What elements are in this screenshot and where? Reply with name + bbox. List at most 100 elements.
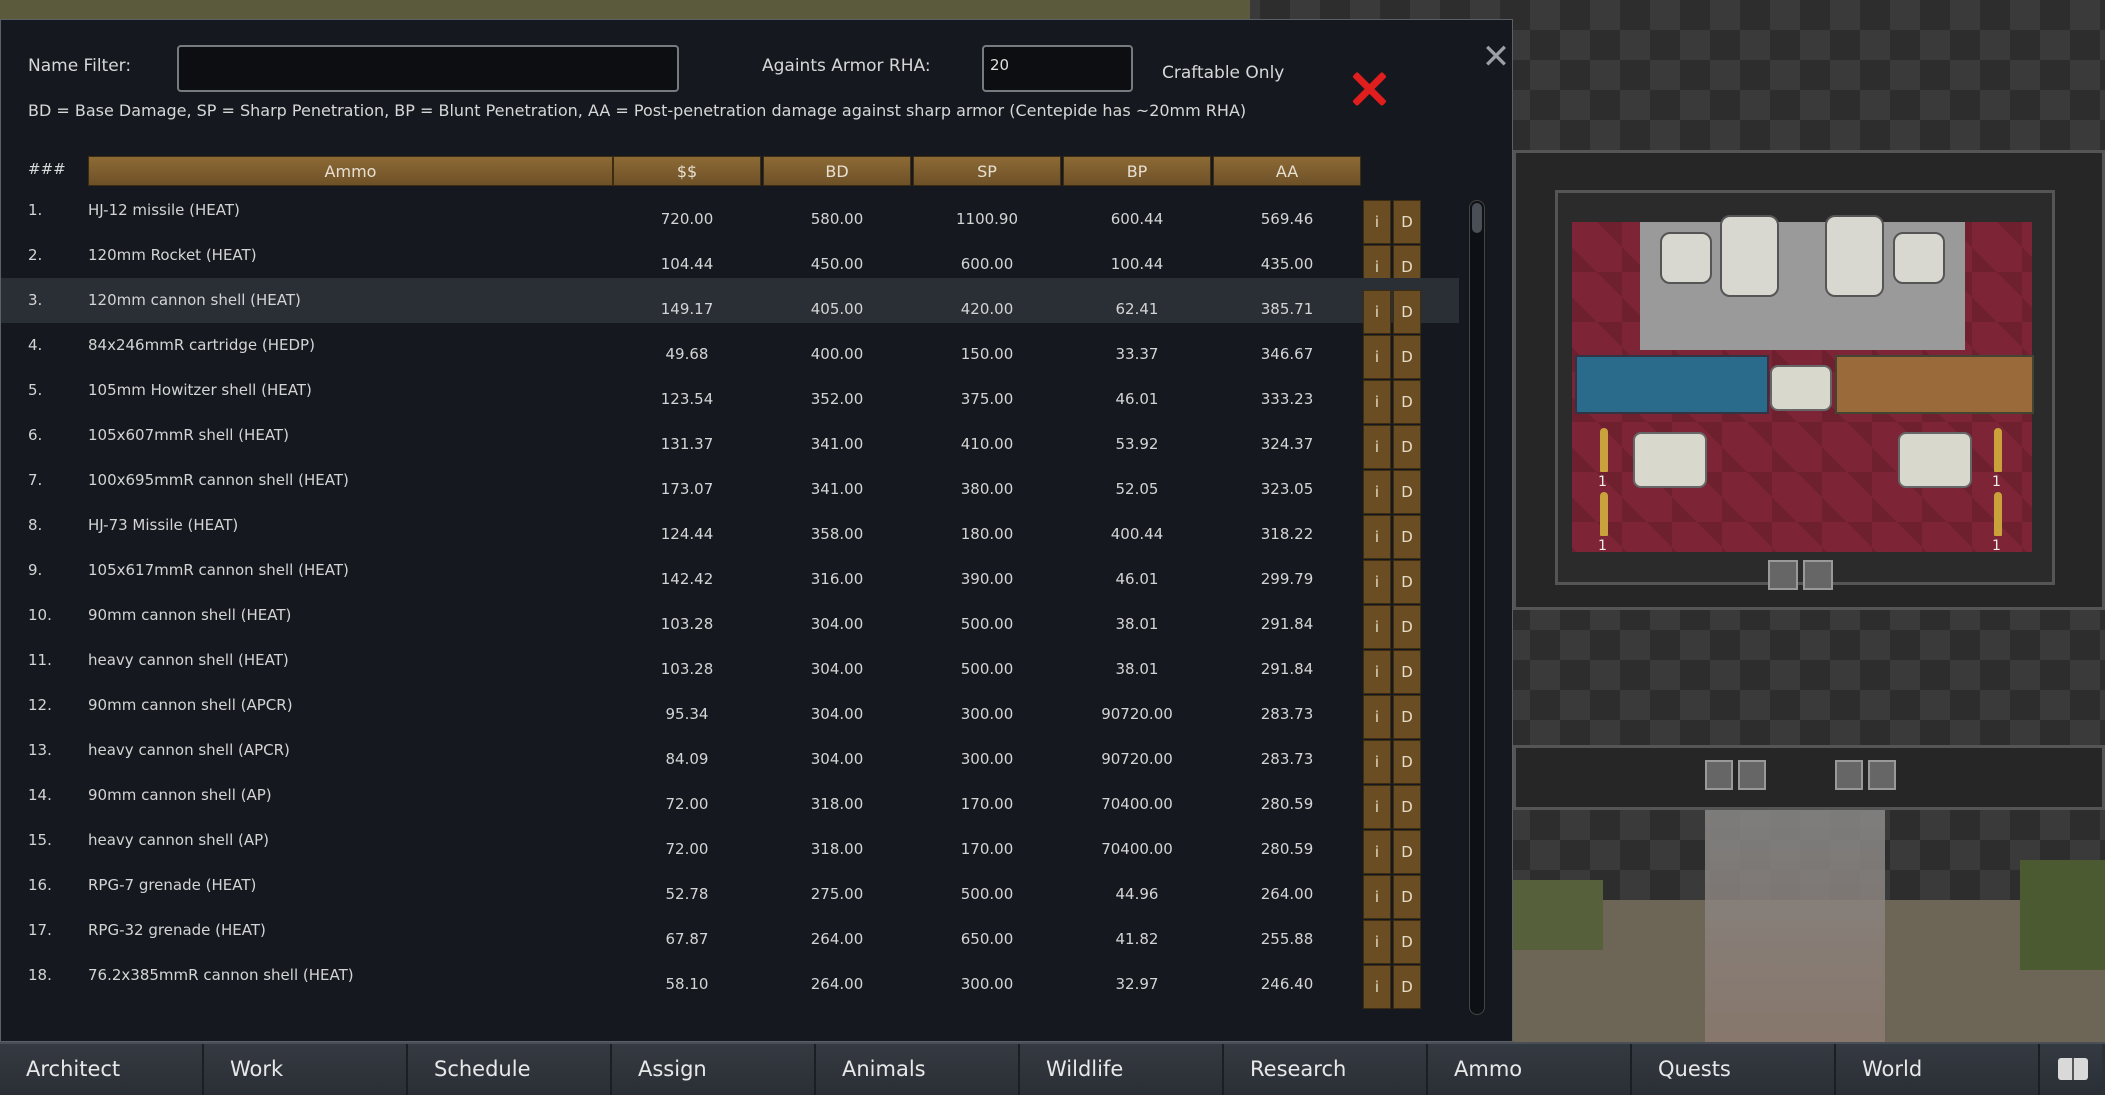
cell-aa: 291.84 xyxy=(1260,660,1314,678)
door xyxy=(1705,760,1733,790)
row-index: 14. xyxy=(28,786,52,804)
table-row[interactable]: 13. heavy cannon shell (APCR) 84.09 304.00 3… xyxy=(1,728,1459,784)
cell-ammo-name: 120mm cannon shell (HEAT) xyxy=(88,291,301,309)
close-icon[interactable]: ✕ xyxy=(1481,40,1511,74)
column-header-sp[interactable]: SP xyxy=(913,156,1061,186)
cell-bd: 352.00 xyxy=(810,390,864,408)
tab-ammo[interactable]: Ammo xyxy=(1428,1044,1632,1095)
table-row[interactable]: 3. 120mm cannon shell (HEAT) 149.17 405.00 4… xyxy=(1,278,1459,334)
cell-bp: 52.05 xyxy=(1115,480,1159,498)
table-row[interactable]: 12. 90mm cannon shell (APCR) 95.34 304.00 30… xyxy=(1,683,1459,739)
column-header-bp[interactable]: BP xyxy=(1063,156,1211,186)
column-header-ammo[interactable]: Ammo xyxy=(88,156,613,186)
cell-bp: 100.44 xyxy=(1110,255,1164,273)
cell-aa: 299.79 xyxy=(1260,570,1314,588)
tab-architect[interactable]: Architect xyxy=(0,1044,204,1095)
cell-aa: 435.00 xyxy=(1260,255,1314,273)
cell-aa: 333.23 xyxy=(1260,390,1314,408)
cell-sp: 500.00 xyxy=(960,885,1014,903)
tab-world[interactable]: World xyxy=(1836,1044,2040,1095)
cell-aa: 569.46 xyxy=(1260,210,1314,228)
ammo-shell-icon xyxy=(1994,492,2002,536)
row-index: 13. xyxy=(28,741,52,759)
table-row[interactable]: 15. heavy cannon shell (AP) 72.00 318.00 170… xyxy=(1,818,1459,874)
ammo-shell-icon xyxy=(1994,428,2002,472)
stats-legend: BD = Base Damage, SP = Sharp Penetration… xyxy=(28,101,1247,120)
table-row[interactable]: 9. 105x617mmR cannon shell (HEAT) 142.42 31… xyxy=(1,548,1459,604)
cell-bp: 32.97 xyxy=(1115,975,1159,993)
row-index: 4. xyxy=(28,336,43,354)
craftable-only-toggle[interactable] xyxy=(1350,70,1388,108)
cell-bd: 318.00 xyxy=(810,840,864,858)
armor-rha-input[interactable]: 20 xyxy=(982,45,1133,92)
column-header-aa[interactable]: AA xyxy=(1213,156,1361,186)
cell-aa: 264.00 xyxy=(1260,885,1314,903)
table-row[interactable]: 14. 90mm cannon shell (AP) 72.00 318.00 170.… xyxy=(1,773,1459,829)
table-row[interactable]: 16. RPG-7 grenade (HEAT) 52.78 275.00 500.00… xyxy=(1,863,1459,919)
cell-ammo-name: heavy cannon shell (HEAT) xyxy=(88,651,289,669)
name-filter-label: Name Filter: xyxy=(28,56,132,76)
cell-bd: 318.00 xyxy=(810,795,864,813)
machine xyxy=(1660,232,1712,284)
tab-quests[interactable]: Quests xyxy=(1632,1044,1836,1095)
cell-sp: 300.00 xyxy=(960,705,1014,723)
table-row[interactable]: 7. 100x695mmR cannon shell (HEAT) 173.07 34… xyxy=(1,458,1459,514)
table-row[interactable]: 4. 84x246mmR cartridge (HEDP) 49.68 400.00 1… xyxy=(1,323,1459,379)
cell-cost: 104.44 xyxy=(660,255,714,273)
cell-bp: 33.37 xyxy=(1115,345,1159,363)
cell-aa: 280.59 xyxy=(1260,840,1314,858)
tab-work[interactable]: Work xyxy=(204,1044,408,1095)
table-scrollbar[interactable] xyxy=(1469,200,1485,1015)
table-row[interactable]: 1. HJ-12 missile (HEAT) 720.00 580.00 1100.9… xyxy=(1,188,1459,244)
table-row[interactable]: 5. 105mm Howitzer shell (HEAT) 123.54 352.0… xyxy=(1,368,1459,424)
detail-button[interactable]: D xyxy=(1393,965,1421,1009)
cell-cost: 149.17 xyxy=(660,300,714,318)
cell-cost: 84.09 xyxy=(665,750,709,768)
cell-bp: 53.92 xyxy=(1115,435,1159,453)
column-header-cost[interactable]: $$ xyxy=(613,156,761,186)
cell-ammo-name: 120mm Rocket (HEAT) xyxy=(88,246,257,264)
tab-animals[interactable]: Animals xyxy=(816,1044,1020,1095)
menu-button[interactable] xyxy=(2040,1044,2102,1095)
cell-bd: 304.00 xyxy=(810,660,864,678)
cell-bp: 38.01 xyxy=(1115,615,1159,633)
table-row[interactable]: 10. 90mm cannon shell (HEAT) 103.28 304.00 5… xyxy=(1,593,1459,649)
table-row[interactable]: 11. heavy cannon shell (HEAT) 103.28 304.00… xyxy=(1,638,1459,694)
cell-cost: 103.28 xyxy=(660,615,714,633)
cell-bp: 400.44 xyxy=(1110,525,1164,543)
tab-research[interactable]: Research xyxy=(1224,1044,1428,1095)
lower-wall xyxy=(1513,745,2105,810)
name-filter-input[interactable] xyxy=(177,45,679,92)
cell-aa: 246.40 xyxy=(1260,975,1314,993)
table-row[interactable]: 18. 76.2x385mmR cannon shell (HEAT) 58.10 2… xyxy=(1,953,1459,1009)
ammo-shell-icon xyxy=(1600,492,1608,536)
cell-bd: 264.00 xyxy=(810,975,864,993)
cell-sp: 1100.90 xyxy=(955,210,1019,228)
table-row[interactable]: 17. RPG-32 grenade (HEAT) 67.87 264.00 650.0… xyxy=(1,908,1459,964)
tab-assign[interactable]: Assign xyxy=(612,1044,816,1095)
cell-sp: 375.00 xyxy=(960,390,1014,408)
table-row[interactable]: 2. 120mm Rocket (HEAT) 104.44 450.00 600.00 1… xyxy=(1,233,1459,289)
table-row[interactable]: 8. HJ-73 Missile (HEAT) 124.44 358.00 180.00… xyxy=(1,503,1459,559)
cell-bd: 405.00 xyxy=(810,300,864,318)
row-index: 7. xyxy=(28,471,43,489)
column-header-bd[interactable]: BD xyxy=(763,156,911,186)
cell-aa: 283.73 xyxy=(1260,750,1314,768)
book-icon xyxy=(2058,1058,2088,1080)
table-row[interactable]: 6. 105x607mmR shell (HEAT) 131.37 341.00 410… xyxy=(1,413,1459,469)
shell-count: 1 xyxy=(1992,538,2001,554)
cell-bd: 304.00 xyxy=(810,750,864,768)
tab-wildlife[interactable]: Wildlife xyxy=(1020,1044,1224,1095)
craftable-only-label: Craftable Only xyxy=(1162,63,1285,83)
tab-schedule[interactable]: Schedule xyxy=(408,1044,612,1095)
cell-aa: 323.05 xyxy=(1260,480,1314,498)
door xyxy=(1738,760,1766,790)
row-index: 15. xyxy=(28,831,52,849)
info-button[interactable]: i xyxy=(1363,965,1391,1009)
cell-ammo-name: 105mm Howitzer shell (HEAT) xyxy=(88,381,312,399)
door xyxy=(1868,760,1896,790)
scrollbar-thumb[interactable] xyxy=(1472,203,1482,233)
row-index: 8. xyxy=(28,516,43,534)
row-index: 6. xyxy=(28,426,43,444)
cell-ammo-name: 100x695mmR cannon shell (HEAT) xyxy=(88,471,349,489)
